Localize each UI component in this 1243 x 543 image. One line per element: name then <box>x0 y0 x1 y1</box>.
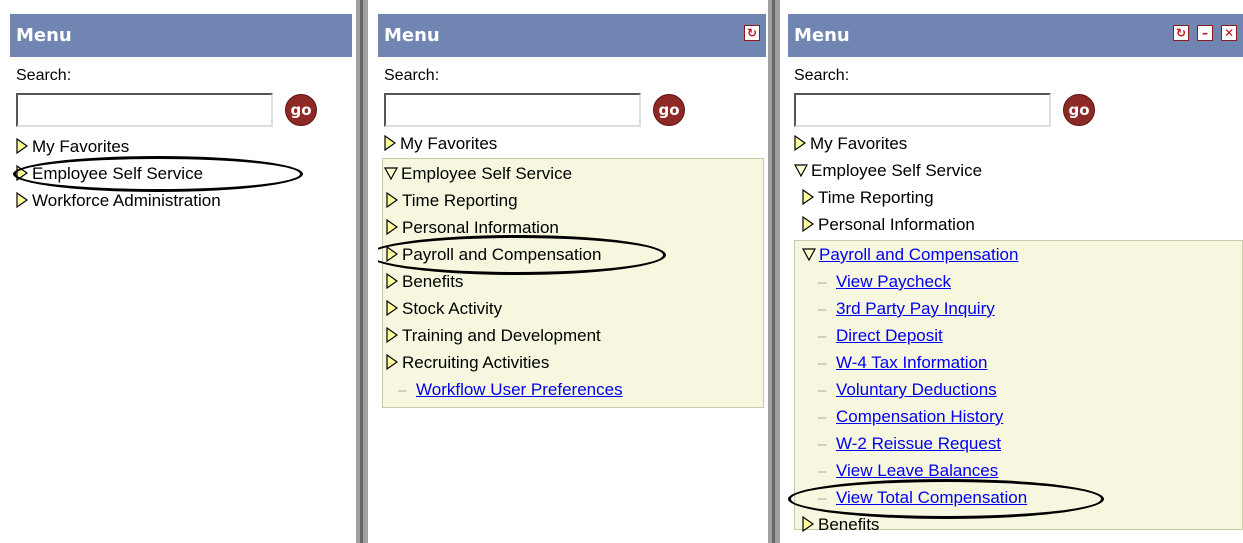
menu-panel-3: Menu ↻ – ✕ Search: go My Favorites Emplo… <box>788 0 1243 543</box>
search-label: Search: <box>384 67 440 84</box>
triangle-down-icon <box>794 162 808 178</box>
triangle-right-icon <box>384 135 396 151</box>
menu-title: Menu <box>794 25 850 46</box>
menu-item-stock-activity[interactable]: Stock Activity <box>386 296 502 322</box>
menu-link-w2-reissue-request[interactable]: – W-2 Reissue Request <box>818 431 1001 457</box>
search-label: Search: <box>16 67 72 84</box>
menu-link-view-total-compensation[interactable]: – View Total Compensation <box>818 485 1027 511</box>
menu-item-my-favorites[interactable]: My Favorites <box>384 131 497 157</box>
menu-link-workflow-user-preferences[interactable]: – Workflow User Preferences <box>398 377 623 403</box>
triangle-right-icon <box>16 138 28 154</box>
menu-link-view-paycheck[interactable]: – View Paycheck <box>818 269 951 295</box>
menu-item-employee-self-service[interactable]: Employee Self Service <box>16 161 203 187</box>
search-input[interactable] <box>16 93 273 127</box>
menu-item-training-and-development[interactable]: Training and Development <box>386 323 601 349</box>
menu-link-3rd-party-pay-inquiry[interactable]: –3rd Party Pay Inquiry <box>818 296 995 322</box>
dash-icon: – <box>818 382 827 399</box>
panel-divider <box>356 0 368 543</box>
refresh-icon[interactable]: ↻ <box>744 25 760 41</box>
menu-panel-1: Menu Search: go My Favorites Employee Se… <box>10 0 352 543</box>
triangle-right-icon <box>386 327 398 343</box>
dash-icon: – <box>818 463 827 480</box>
menu-item-personal-information[interactable]: Personal Information <box>386 215 559 241</box>
menu-item-payroll-and-compensation[interactable]: Payroll and Compensation <box>802 242 1018 268</box>
dash-icon: – <box>818 355 827 372</box>
menu-item-time-reporting[interactable]: Time Reporting <box>386 188 518 214</box>
triangle-right-icon <box>802 189 814 205</box>
triangle-right-icon <box>386 273 398 289</box>
menu-link-view-leave-balances[interactable]: – View Leave Balances <box>818 458 998 484</box>
menu-panel-2: Menu ↻ Search: go My Favorites Employee … <box>378 0 766 543</box>
search-input[interactable] <box>794 93 1051 127</box>
triangle-right-icon <box>386 192 398 208</box>
triangle-right-icon <box>386 246 398 262</box>
menu-item-employee-self-service[interactable]: Employee Self Service <box>794 158 982 184</box>
triangle-right-icon <box>16 192 28 208</box>
triangle-down-icon <box>802 246 816 262</box>
go-button[interactable]: go <box>1063 94 1095 126</box>
dash-icon: – <box>398 382 407 399</box>
dash-icon: – <box>818 490 827 507</box>
dash-icon: – <box>818 328 827 345</box>
go-button[interactable]: go <box>285 94 317 126</box>
search-input[interactable] <box>384 93 641 127</box>
menu-link-voluntary-deductions[interactable]: – Voluntary Deductions <box>818 377 997 403</box>
search-label: Search: <box>794 67 850 84</box>
menu-item-my-favorites[interactable]: My Favorites <box>16 134 129 160</box>
menu-titlebar: Menu ↻ – ✕ <box>788 14 1243 57</box>
menu-item-benefits[interactable]: Benefits <box>802 512 879 538</box>
triangle-right-icon <box>16 165 28 181</box>
triangle-right-icon <box>802 516 814 532</box>
menu-item-time-reporting[interactable]: Time Reporting <box>802 185 934 211</box>
menu-item-recruiting-activities[interactable]: Recruiting Activities <box>386 350 549 376</box>
triangle-right-icon <box>794 135 806 151</box>
triangle-right-icon <box>386 300 398 316</box>
menu-item-my-favorites[interactable]: My Favorites <box>794 131 907 157</box>
triangle-right-icon <box>386 219 398 235</box>
menu-item-employee-self-service[interactable]: Employee Self Service <box>384 161 572 187</box>
dash-icon: – <box>818 301 827 318</box>
dash-icon: – <box>818 436 827 453</box>
go-button[interactable]: go <box>653 94 685 126</box>
menu-link-compensation-history[interactable]: – Compensation History <box>818 404 1003 430</box>
menu-link-w4-tax-information[interactable]: – W-4 Tax Information <box>818 350 988 376</box>
menu-item-benefits[interactable]: Benefits <box>386 269 463 295</box>
panel-divider <box>768 0 780 543</box>
dash-icon: – <box>818 409 827 426</box>
menu-item-workforce-administration[interactable]: Workforce Administration <box>16 188 221 214</box>
triangle-right-icon <box>386 354 398 370</box>
menu-titlebar: Menu ↻ <box>378 14 766 57</box>
menu-item-payroll-and-compensation[interactable]: Payroll and Compensation <box>386 242 601 268</box>
menu-titlebar: Menu <box>10 14 352 57</box>
refresh-icon[interactable]: ↻ <box>1173 25 1189 41</box>
menu-title: Menu <box>16 25 72 46</box>
minimize-icon[interactable]: – <box>1197 25 1213 41</box>
triangle-down-icon <box>384 165 398 181</box>
menu-link-direct-deposit[interactable]: – Direct Deposit <box>818 323 943 349</box>
triangle-right-icon <box>802 216 814 232</box>
dash-icon: – <box>818 274 827 291</box>
menu-item-personal-information[interactable]: Personal Information <box>802 212 975 238</box>
menu-title: Menu <box>384 25 440 46</box>
close-icon[interactable]: ✕ <box>1221 25 1237 41</box>
